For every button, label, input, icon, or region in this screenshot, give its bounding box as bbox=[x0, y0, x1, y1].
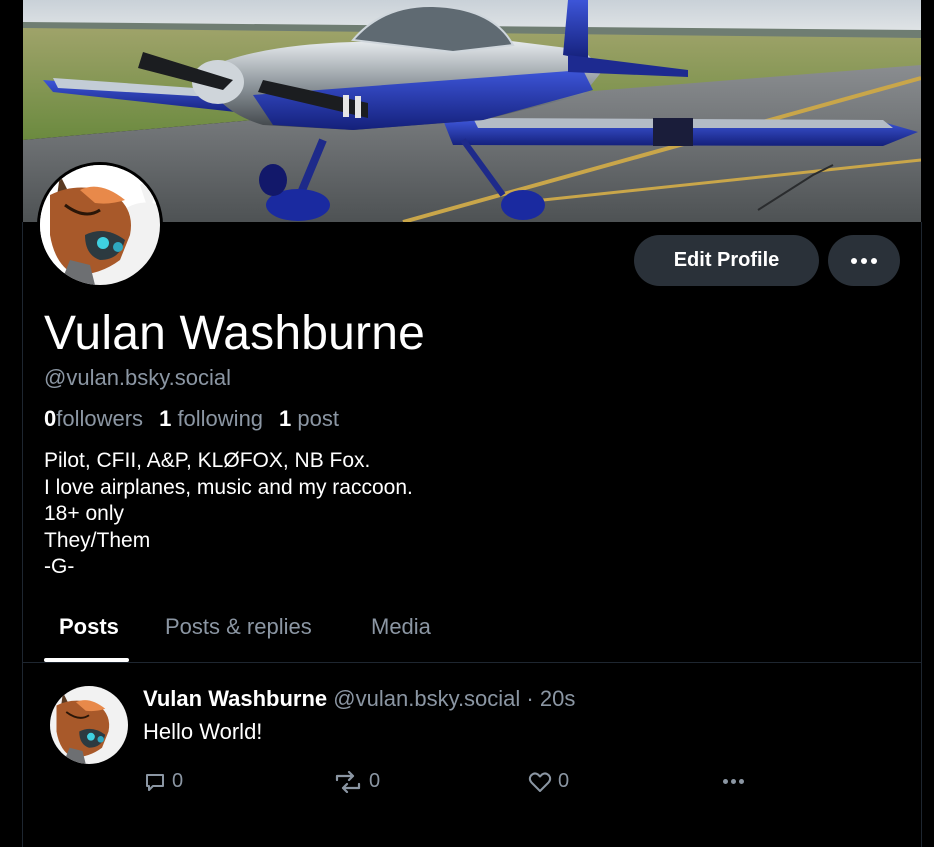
following-count: 1 bbox=[159, 406, 172, 431]
like-button[interactable]: 0 bbox=[528, 770, 569, 793]
post-more-button[interactable] bbox=[723, 779, 744, 784]
profile-handle: @vulan.bsky.social bbox=[44, 365, 231, 390]
following-stat[interactable]: 1 following bbox=[159, 406, 263, 432]
feed-post[interactable]: Vulan Washburne @vulan.bsky.social · 20s… bbox=[23, 664, 921, 847]
more-options-button[interactable] bbox=[828, 235, 900, 286]
profile-banner[interactable] bbox=[23, 0, 921, 222]
bio-line: -G- bbox=[44, 555, 75, 578]
followers-count: 0 bbox=[44, 406, 57, 431]
right-divider bbox=[921, 222, 922, 847]
bio-line: I love airplanes, music and my raccoon. bbox=[44, 475, 413, 499]
tab-posts-and-replies[interactable]: Posts & replies bbox=[165, 614, 312, 640]
posts-count: 1 bbox=[279, 406, 292, 431]
bio-line: 18+ only bbox=[44, 502, 124, 525]
heart-icon bbox=[528, 771, 552, 792]
reply-bubble-icon bbox=[146, 773, 164, 791]
repost-button[interactable]: 0 bbox=[333, 770, 380, 793]
repost-icon bbox=[335, 770, 361, 793]
post-text: Hello World! bbox=[143, 719, 263, 744]
post-author-handle[interactable]: @vulan.bsky.social bbox=[333, 686, 520, 711]
reply-button[interactable]: 0 bbox=[144, 770, 183, 793]
more-horizontal-icon bbox=[851, 257, 877, 264]
edit-profile-button[interactable]: Edit Profile bbox=[634, 235, 819, 286]
tab-posts[interactable]: Posts bbox=[59, 614, 119, 640]
post-author-avatar[interactable] bbox=[50, 686, 128, 764]
profile-stats: 0followers 1 following 1 post bbox=[44, 406, 339, 432]
bio-line: Pilot, CFII, A&P, KLØFOX, NB Fox. bbox=[44, 449, 371, 472]
more-horizontal-icon bbox=[723, 779, 728, 784]
posts-label: post bbox=[297, 406, 340, 431]
posts-stat: 1 post bbox=[279, 406, 339, 432]
profile-bio: Pilot, CFII, A&P, KLØFOX, NB Fox. I love… bbox=[44, 448, 413, 581]
followers-label: followers bbox=[56, 406, 144, 431]
post-timestamp[interactable]: 20s bbox=[540, 686, 575, 711]
post-meta-separator: · bbox=[526, 686, 534, 711]
bio-line: They/Them bbox=[44, 528, 151, 552]
following-label: following bbox=[177, 406, 264, 431]
post-author-name[interactable]: Vulan Washburne bbox=[143, 686, 327, 711]
profile-avatar[interactable] bbox=[37, 162, 163, 288]
post-header: Vulan Washburne @vulan.bsky.social · 20s bbox=[143, 686, 575, 712]
left-gutter bbox=[0, 0, 22, 847]
followers-stat[interactable]: 0followers bbox=[44, 406, 143, 432]
display-name: Vulan Washburne bbox=[44, 307, 425, 360]
profile-tabs: Posts Posts & replies Media bbox=[23, 600, 921, 663]
active-tab-indicator bbox=[44, 658, 129, 662]
repost-count: 0 bbox=[369, 770, 381, 792]
like-count: 0 bbox=[558, 770, 570, 792]
reply-count: 0 bbox=[172, 770, 184, 792]
tab-media[interactable]: Media bbox=[371, 614, 431, 640]
